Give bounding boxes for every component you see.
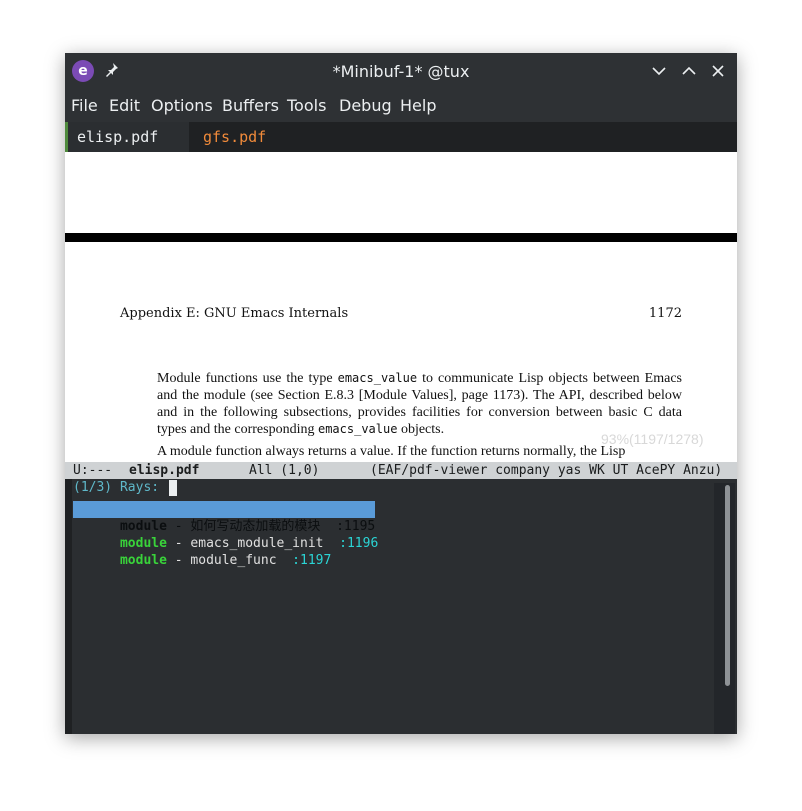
menu-options[interactable]: Options [151,96,213,115]
pdf-text: Module functions use the type emacs_valu… [157,370,682,462]
menu-debug[interactable]: Debug [339,96,392,115]
candidate-item[interactable]: module - emacs_module_init :1196 [73,518,378,551]
menu-edit[interactable]: Edit [109,96,140,115]
tab-gfs-pdf[interactable]: gfs.pdf [203,122,266,152]
tab-bar: elisp.pdf gfs.pdf [65,122,737,152]
modeline-buffer-name[interactable]: elisp.pdf [129,462,199,479]
text-cursor [169,480,177,496]
candidate-item[interactable]: module - 如何写动态加载的模块 :1195 [73,501,376,534]
fringe [65,479,72,734]
header-page-number: 1172 [648,306,682,321]
title-bar[interactable]: e *Minibuf-1* @tux [65,53,737,90]
header-title: Appendix E: GNU Emacs Internals [120,306,349,321]
menu-bar: File Edit Options Buffers Tools Debug He… [65,90,737,122]
modeline-modes[interactable]: (EAF/pdf-viewer company yas WK UT AcePY … [370,462,722,479]
modeline-position: All (1,0) [249,463,320,478]
page-separator [65,233,737,242]
modeline-status: U:--- [73,463,113,478]
running-header: Appendix E: GNU Emacs Internals 1172 [120,306,682,321]
menu-help[interactable]: Help [400,96,436,115]
mode-line: U:--- elisp.pdf All (1,0) (EAF/pdf-viewe… [65,462,737,479]
pdf-viewer[interactable]: Appendix E: GNU Emacs Internals 1172 Mod… [65,152,737,462]
paragraph: Module functions use the type emacs_valu… [157,371,682,437]
maximize-icon[interactable] [679,61,699,81]
minibuffer-prompt: (1/3) Rays: [73,480,160,495]
minimize-icon[interactable] [649,61,669,81]
minibuffer[interactable]: (1/3) Rays: module - 如何写动态加载的模块 :1195 mo… [65,479,737,734]
candidate-item[interactable]: module - module_func :1197 [73,535,331,568]
window-title: *Minibuf-1* @tux [332,62,470,81]
tab-elisp-pdf[interactable]: elisp.pdf [65,122,189,152]
close-icon[interactable] [708,61,728,81]
menu-file[interactable]: File [71,96,98,115]
menu-tools[interactable]: Tools [287,96,326,115]
scrollbar-thumb[interactable] [725,485,730,686]
menu-buffers[interactable]: Buffers [222,96,279,115]
emacs-window: e *Minibuf-1* @tux File Edit Options Buf… [65,53,737,734]
page-progress-indicator: 93%(1197/1278) [601,431,704,447]
